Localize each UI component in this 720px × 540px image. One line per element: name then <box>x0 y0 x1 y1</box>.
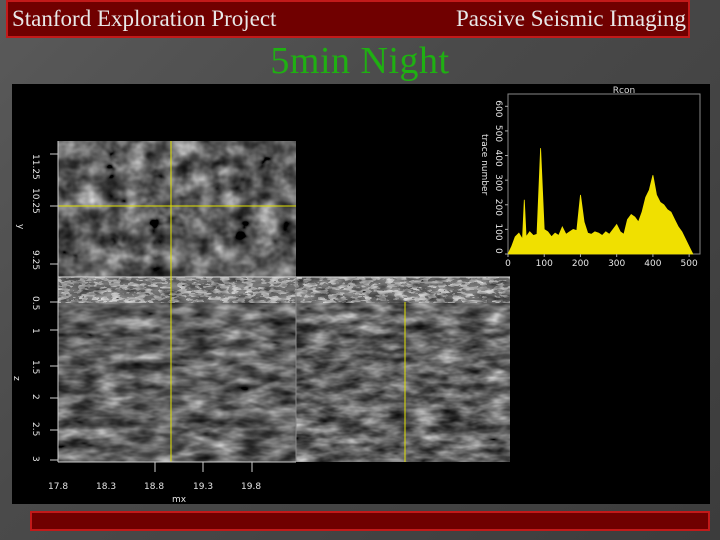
yaxis-title-top: y <box>15 224 25 230</box>
rcon-xtick-label: 400 <box>644 259 661 269</box>
ytick-label-bottom: 2.5 <box>30 422 40 436</box>
rcon-ytick-label: 600 <box>493 100 503 117</box>
footer-banner <box>30 511 710 531</box>
rcon-xtick-label: 300 <box>608 259 625 269</box>
xtick-label: 17.8 <box>48 482 68 492</box>
xtick-label: 18.8 <box>144 482 164 492</box>
rcon-ytick-label: 300 <box>493 174 503 191</box>
ytick-label-top: 10.25 <box>30 188 40 214</box>
rcon-ytick-label: 200 <box>493 199 503 216</box>
ytick-label-bottom: 2 <box>30 394 40 400</box>
rcon-xtick-label: 100 <box>536 259 553 269</box>
reflector-band-left <box>58 277 296 303</box>
rcon-xtick-label: 200 <box>572 259 589 269</box>
rcon-ylabel: trace number <box>479 134 489 196</box>
slide-title: 5min Night <box>270 40 450 82</box>
header-left-title: Stanford Exploration Project <box>12 6 277 31</box>
depth-section-image-right[interactable] <box>296 277 510 462</box>
ytick-label-top: 11.25 <box>30 154 40 180</box>
xtick-label: 18.3 <box>96 482 116 492</box>
rcon-chart[interactable]: Rcon 0 100 200 300 400 500 0 100 200 300 400 500 600 t… <box>460 84 710 274</box>
xtick-label: 19.3 <box>193 482 213 492</box>
rcon-ytick-label: 100 <box>493 223 503 240</box>
ytick-label-bottom: 0.5 <box>30 296 40 310</box>
xtick-label: 19.8 <box>241 482 261 492</box>
ytick-label-top: 9.25 <box>30 250 40 270</box>
rcon-ytick-label: 500 <box>493 125 503 142</box>
depth-section-image[interactable] <box>58 277 296 462</box>
rcon-area-series <box>507 148 694 255</box>
ytick-label-bottom: 3 <box>30 456 40 462</box>
header-banner: Stanford Exploration Project Passive Sei… <box>6 0 690 38</box>
rcon-xtick-label: 0 <box>505 259 511 269</box>
rcon-ytick-label: 400 <box>493 150 503 167</box>
ytick-label-bottom: 1 <box>30 328 40 334</box>
seismic-viewer[interactable]: 11.25 10.25 9.25 y 0.5 1 1.5 2 2.5 3 z 1… <box>12 84 710 504</box>
reflector-band-right <box>296 277 510 303</box>
yaxis-title-bottom: z <box>12 376 21 381</box>
top-slice-image[interactable] <box>58 141 296 277</box>
rcon-xtick-label: 500 <box>681 259 698 269</box>
ytick-label-bottom: 1.5 <box>30 360 40 374</box>
header-right-title: Passive Seismic Imaging <box>456 6 686 31</box>
xaxis-title: mx <box>172 495 187 504</box>
rcon-title: Rcon <box>613 86 635 96</box>
rcon-ytick-label: 0 <box>493 248 503 254</box>
